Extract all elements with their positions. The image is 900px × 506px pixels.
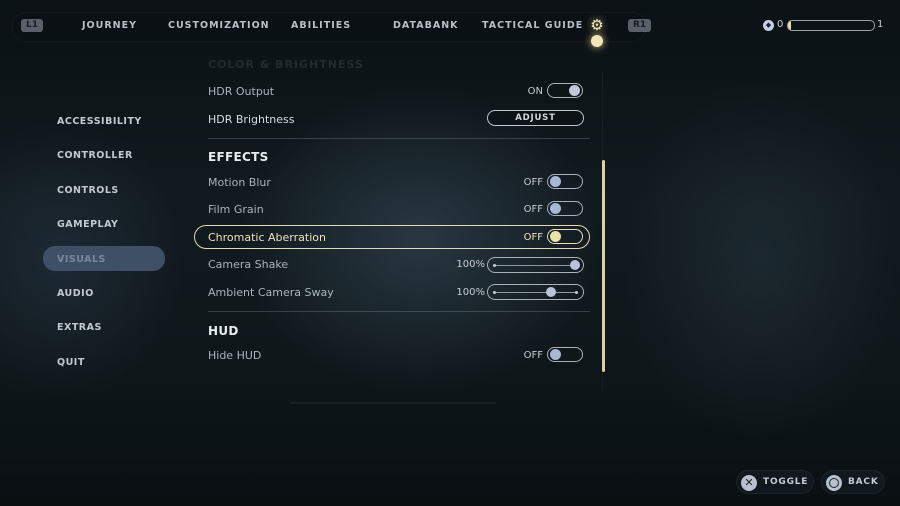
tab-customization[interactable]: CUSTOMIZATION bbox=[168, 20, 270, 31]
hide-hud-label: Hide HUD bbox=[208, 349, 262, 362]
slider-knob[interactable] bbox=[546, 287, 557, 297]
tab-abilities[interactable]: ABILITIES bbox=[291, 20, 351, 31]
motion-blur-toggle[interactable] bbox=[547, 174, 583, 189]
back-prompt-button[interactable]: BACK bbox=[821, 470, 885, 494]
toggle-knob bbox=[550, 176, 561, 187]
skill-point-icon: ◆ bbox=[763, 20, 774, 31]
divider bbox=[208, 311, 590, 312]
xp-progress-bar bbox=[787, 20, 875, 31]
slider-max-dot bbox=[575, 291, 578, 294]
hdr-output-label: HDR Output bbox=[208, 85, 275, 98]
sidebar-item-extras[interactable]: EXTRAS bbox=[57, 322, 102, 333]
slider-min-dot bbox=[493, 264, 496, 267]
toggle-knob bbox=[569, 85, 580, 96]
circle-button-icon bbox=[826, 475, 842, 491]
tab-journey[interactable]: JOURNEY bbox=[82, 20, 137, 31]
sidebar-item-accessibility[interactable]: ACCESSIBILITY bbox=[57, 116, 142, 127]
camera-shake-label: Camera Shake bbox=[208, 258, 289, 271]
back-prompt-label: BACK bbox=[848, 477, 879, 487]
camera-shake-value: 100% bbox=[456, 259, 485, 270]
ambient-camera-sway-label: Ambient Camera Sway bbox=[208, 286, 334, 299]
cross-button-icon: ✕ bbox=[741, 475, 757, 491]
sidebar-item-quit[interactable]: QUIT bbox=[57, 357, 85, 368]
list-bottom-edge bbox=[290, 402, 496, 404]
film-grain-state: OFF bbox=[523, 204, 543, 215]
active-tab-indicator bbox=[591, 35, 603, 47]
hide-hud-state: OFF bbox=[523, 350, 543, 361]
xp-current: 0 bbox=[777, 19, 784, 30]
motion-blur-state: OFF bbox=[523, 177, 543, 188]
film-grain-toggle[interactable] bbox=[547, 201, 583, 216]
sidebar-item-controls[interactable]: CONTROLS bbox=[57, 185, 119, 196]
toggle-knob bbox=[550, 231, 561, 242]
film-grain-label: Film Grain bbox=[208, 203, 264, 216]
slider-min-dot bbox=[493, 291, 496, 294]
hdr-brightness-adjust-button[interactable]: ADJUST bbox=[487, 110, 584, 126]
camera-shake-slider[interactable] bbox=[487, 257, 584, 273]
hdr-output-toggle[interactable] bbox=[547, 83, 583, 98]
chromatic-aberration-label: Chromatic Aberration bbox=[208, 231, 326, 244]
sidebar-item-visuals[interactable]: VISUALS bbox=[57, 254, 106, 265]
ambient-camera-sway-value: 100% bbox=[456, 287, 485, 298]
l1-button[interactable]: L1 bbox=[21, 19, 43, 32]
xp-next: 1 bbox=[877, 19, 884, 30]
tab-databank[interactable]: DATABANK bbox=[393, 20, 459, 31]
toggle-knob bbox=[550, 349, 561, 360]
chromatic-aberration-toggle[interactable] bbox=[547, 229, 583, 244]
toggle-prompt-button[interactable]: ✕ TOGGLE bbox=[736, 470, 814, 494]
tab-tactical-guide[interactable]: TACTICAL GUIDE bbox=[482, 20, 583, 31]
ambient-camera-sway-slider[interactable] bbox=[487, 284, 584, 300]
sidebar-item-controller[interactable]: CONTROLLER bbox=[57, 150, 133, 161]
slider-knob[interactable] bbox=[570, 260, 580, 270]
divider bbox=[208, 138, 590, 139]
slider-track bbox=[494, 265, 577, 266]
section-title-effects: EFFECTS bbox=[208, 150, 269, 164]
toggle-prompt-label: TOGGLE bbox=[763, 477, 809, 487]
motion-blur-label: Motion Blur bbox=[208, 176, 271, 189]
chromatic-aberration-state: OFF bbox=[523, 232, 543, 243]
scrollbar[interactable] bbox=[602, 160, 605, 372]
sidebar-item-audio[interactable]: AUDIO bbox=[57, 288, 94, 299]
hide-hud-toggle[interactable] bbox=[547, 347, 583, 362]
section-title-color-brightness: COLOR & BRIGHTNESS bbox=[208, 58, 364, 71]
slider-track bbox=[494, 292, 577, 293]
xp-progress-fill bbox=[788, 21, 791, 30]
sidebar-item-gameplay[interactable]: GAMEPLAY bbox=[57, 219, 118, 230]
r1-button[interactable]: R1 bbox=[628, 19, 652, 32]
toggle-knob bbox=[550, 203, 561, 214]
hdr-output-state: ON bbox=[527, 86, 543, 97]
section-title-hud: HUD bbox=[208, 324, 239, 338]
gear-icon[interactable]: ⚙ bbox=[588, 16, 606, 34]
hdr-brightness-label: HDR Brightness bbox=[208, 113, 295, 126]
